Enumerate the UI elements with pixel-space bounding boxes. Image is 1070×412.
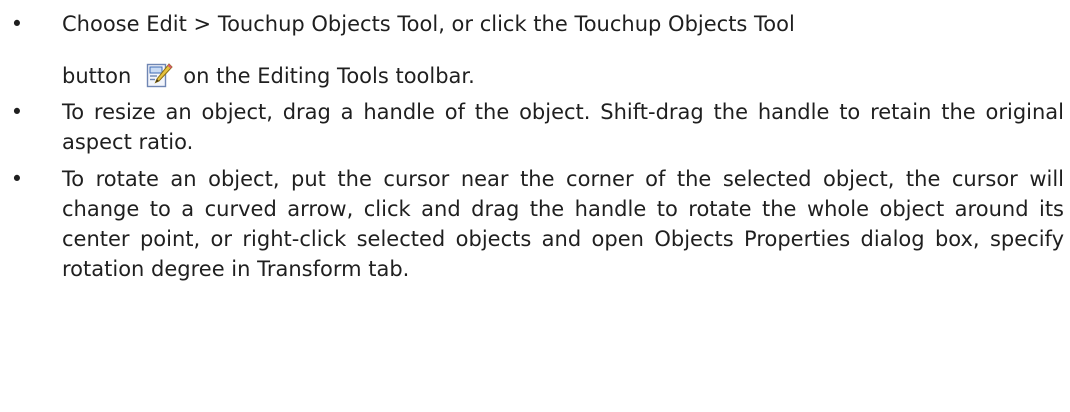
item-text-toolbar: on the Editing Tools toolbar. — [183, 64, 475, 88]
list-item-resize: • To resize an object, drag a handle of … — [0, 97, 1070, 157]
touchup-objects-tool-icon — [145, 61, 173, 89]
item-text-line-1: Choose Edit > Touchup Objects Tool, or c… — [62, 12, 795, 36]
bullet: • — [10, 12, 24, 36]
item-text-line-2: button on the Editing Tools toolbar. — [62, 61, 1064, 91]
list-item-rotate: • To rotate an object, put the cursor ne… — [0, 164, 1070, 284]
item-text-button-word: button — [62, 64, 132, 88]
item-text: To rotate an object, put the cursor near… — [62, 167, 1064, 281]
list-item-touchup-tool: • Choose Edit > Touchup Objects Tool, or… — [0, 9, 1070, 91]
bullet: • — [10, 100, 24, 124]
item-text: To resize an object, drag a handle of th… — [62, 100, 1064, 154]
instruction-list: • Choose Edit > Touchup Objects Tool, or… — [0, 0, 1070, 284]
bullet: • — [10, 167, 24, 191]
